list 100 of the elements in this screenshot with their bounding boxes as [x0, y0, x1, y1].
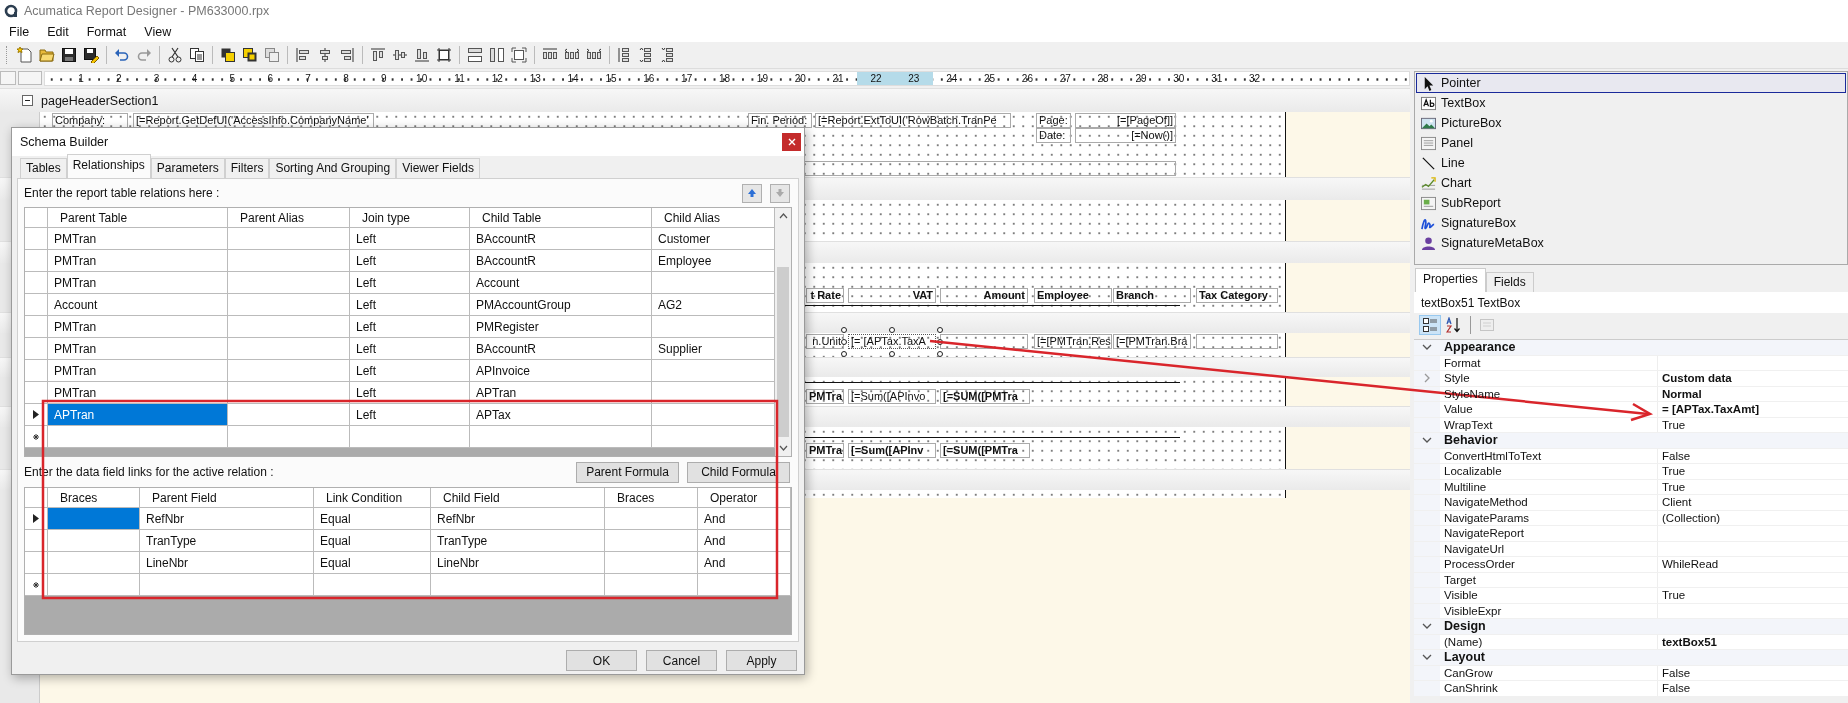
copy-icon[interactable] [189, 47, 205, 63]
menu-item[interactable]: View [135, 23, 181, 41]
property-value[interactable]: True [1658, 479, 1848, 494]
undo-icon[interactable] [114, 47, 130, 63]
move-up-button[interactable] [742, 183, 762, 203]
property-name: Visible [1440, 588, 1658, 603]
formula-button[interactable]: Child Formula [687, 461, 790, 483]
save-all-icon[interactable] [83, 47, 99, 63]
property-value[interactable]: textBox51 [1658, 634, 1848, 649]
property-name: (Name) [1440, 634, 1658, 649]
align-top-icon[interactable] [370, 47, 386, 63]
row-header[interactable] [25, 508, 48, 530]
property-name: Style [1440, 371, 1658, 386]
dialog-tab[interactable]: Sorting And Grouping [269, 158, 397, 178]
property-value[interactable]: True [1658, 417, 1848, 432]
layers-icon[interactable] [264, 47, 280, 63]
subreport-icon [1421, 195, 1436, 211]
align-right-icon[interactable] [339, 47, 355, 63]
section-band[interactable]: pageHeaderSection1 [0, 88, 1410, 112]
property-value[interactable]: WhileRead [1658, 557, 1848, 572]
report-field: [=Now()] [1075, 128, 1176, 143]
toolbox-label: SignatureBox [1441, 216, 1517, 230]
toolbox-item[interactable]: SignatureBox [1416, 213, 1846, 233]
open-folder-icon[interactable] [39, 47, 55, 63]
menu-item[interactable]: Format [77, 23, 136, 41]
menu-item[interactable]: Edit [38, 23, 78, 41]
align-middle-icon[interactable] [392, 47, 408, 63]
selected-object-field[interactable]: textBox51 TextBox [1414, 292, 1848, 313]
dialog-button[interactable]: OK [566, 650, 637, 671]
panel-tab[interactable]: Fields [1485, 272, 1534, 292]
toolbox-item[interactable]: Chart [1416, 173, 1846, 193]
report-field: Date: [1036, 128, 1071, 143]
report-field: PMTra [806, 389, 844, 404]
collapse-icon[interactable] [22, 95, 33, 106]
close-button[interactable] [782, 133, 801, 151]
cut-icon[interactable] [167, 47, 183, 63]
dialog-tab[interactable]: Relationships [66, 154, 151, 178]
property-value[interactable]: Client [1658, 495, 1848, 510]
ruler-number: 20 [793, 72, 807, 85]
resize-handle[interactable] [889, 327, 895, 333]
new-row-icon [33, 581, 39, 588]
new-file-icon[interactable] [17, 47, 33, 63]
property-value[interactable]: Normal [1658, 386, 1848, 401]
property-value[interactable]: False [1658, 665, 1848, 680]
ruler-number: 18 [717, 72, 732, 85]
report-field: [=Sum([APInvo [848, 389, 936, 404]
same-size-icon[interactable] [511, 47, 527, 63]
save-icon[interactable] [61, 47, 77, 63]
dialog-tab[interactable]: Viewer Fields [396, 158, 480, 178]
dialog-button[interactable]: Apply [726, 650, 797, 671]
toolbox-item[interactable]: Pointer [1416, 73, 1846, 93]
dialog-button[interactable]: Cancel [646, 650, 717, 671]
menu-item[interactable]: File [0, 23, 39, 41]
report-field: [=Sum([APInv [848, 443, 936, 458]
chevron-right-icon[interactable] [1422, 373, 1432, 384]
property-value[interactable]: = [APTax.TaxAmt] [1658, 402, 1848, 417]
report-field: Employee [1034, 288, 1112, 303]
toolbox-item[interactable]: Line [1416, 153, 1846, 173]
ruler-number: 29 [1134, 72, 1148, 85]
property-value[interactable]: False [1658, 448, 1848, 463]
align-left-icon[interactable] [295, 47, 311, 63]
row-header[interactable] [25, 404, 48, 426]
align-to-grid-icon[interactable] [436, 47, 452, 63]
ruler-number: 21 [831, 72, 845, 85]
send-to-back-icon[interactable] [242, 47, 258, 63]
property-name: ConvertHtmlToText [1440, 448, 1658, 463]
align-center-icon[interactable] [317, 47, 333, 63]
dialog-tab[interactable]: Filters [224, 158, 270, 178]
ruler-number: 2 [115, 72, 123, 85]
panel-tab[interactable]: Properties [1415, 268, 1486, 292]
toolbox-item[interactable]: SubReport [1416, 193, 1846, 213]
toolbox-item[interactable]: Panel [1416, 133, 1846, 153]
property-value[interactable]: True [1658, 588, 1848, 603]
toolbox-item[interactable]: PictureBox [1416, 113, 1846, 133]
category-title: Appearance [1443, 340, 1516, 355]
bring-to-front-icon[interactable] [220, 47, 236, 63]
line-icon [1421, 155, 1436, 171]
property-value[interactable]: True [1658, 464, 1848, 479]
toolbox-item[interactable]: TextBox [1416, 93, 1846, 113]
same-width-icon[interactable] [467, 47, 483, 63]
ruler-number: 4 [190, 72, 199, 85]
dialog-tab[interactable]: Parameters [150, 158, 225, 178]
property-value[interactable]: (Collection) [1658, 510, 1848, 525]
scroll-down-icon [778, 445, 788, 451]
report-field: [=[PageOf]] [1075, 113, 1176, 128]
toolbox-item[interactable]: SignatureMetaBox [1416, 233, 1846, 253]
scrollbar[interactable] [775, 208, 791, 456]
table-cell[interactable] [48, 508, 140, 530]
formula-button[interactable]: Parent Formula [576, 461, 679, 483]
property-value[interactable]: False [1658, 681, 1848, 696]
ruler-number: 32 [1248, 72, 1262, 85]
table-cell[interactable]: APTran [48, 404, 228, 426]
dialog-tab[interactable]: Tables [20, 158, 67, 178]
categorized-button[interactable] [1419, 315, 1441, 335]
align-bottom-icon[interactable] [414, 47, 430, 63]
same-height-icon[interactable] [489, 47, 505, 63]
property-value[interactable]: Custom data [1658, 371, 1848, 386]
toolbar-grip[interactable] [6, 46, 10, 64]
property-name: WrapText [1440, 417, 1658, 432]
instruction-text: Enter the report table relations here : [24, 186, 220, 200]
